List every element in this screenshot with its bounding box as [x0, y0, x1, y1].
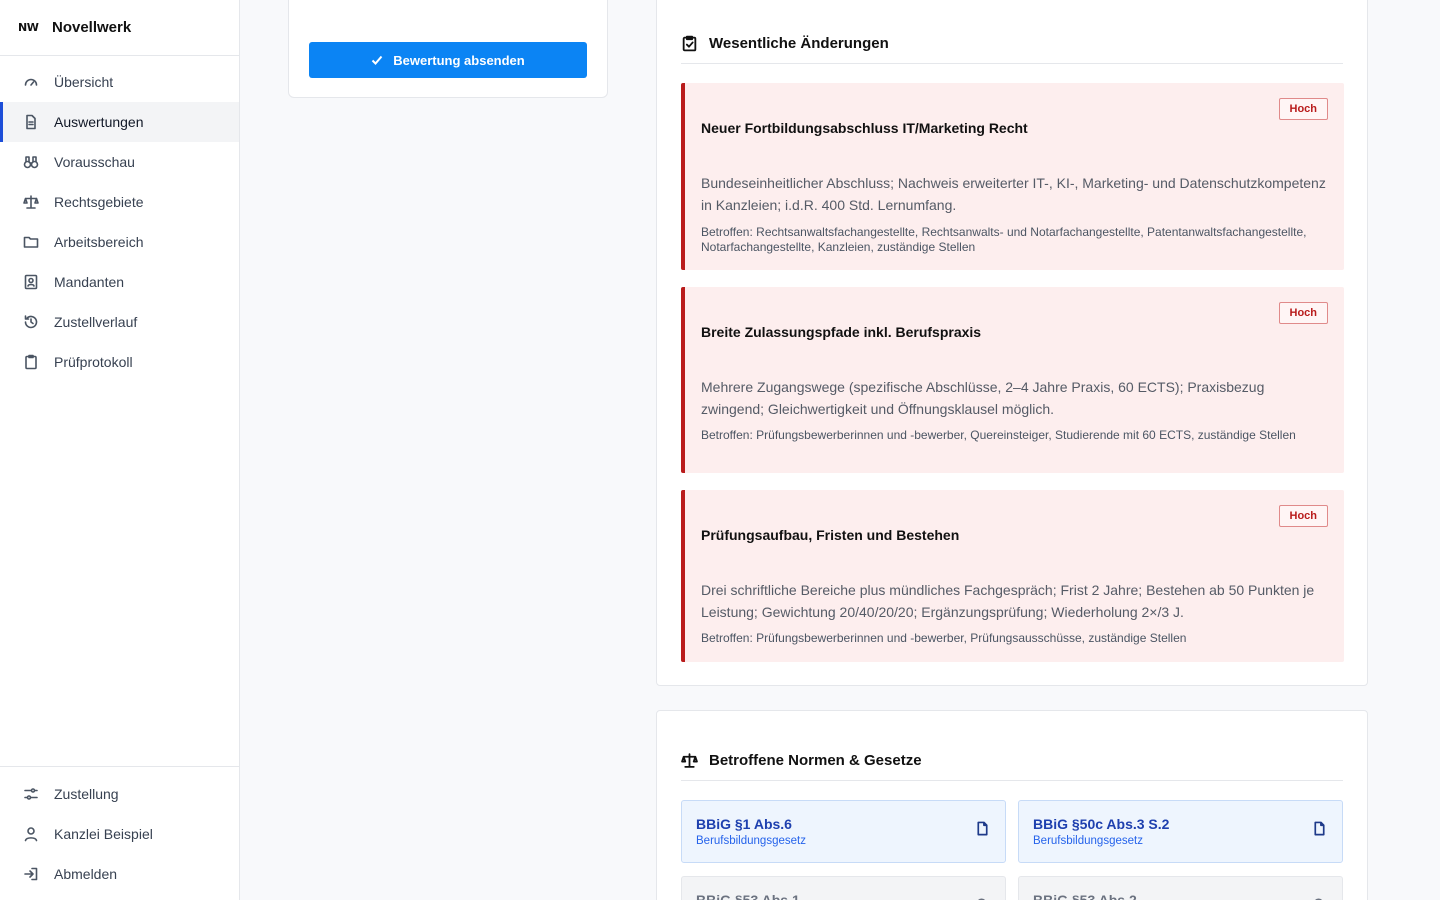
sidebar-item-mandanten[interactable]: Mandanten: [0, 262, 239, 302]
change-affected: Betroffen: Prüfungsbewerberinnen und -be…: [701, 631, 1187, 645]
sidebar: NW Novellwerk Übersicht Auswertungen Vor…: [0, 0, 240, 900]
sidebar-item-zustellverlauf[interactable]: Zustellverlauf: [0, 302, 239, 342]
norm-title: BBiG §53 Abs.1: [696, 892, 800, 900]
norms-card: Betroffene Normen & Gesetze BBiG §1 Abs.…: [656, 710, 1368, 900]
norm-item[interactable]: BBiG §1 Abs.6 Berufsbildungsgesetz: [681, 800, 1006, 863]
brand[interactable]: NW Novellwerk: [0, 0, 239, 56]
sidebar-item-label: Zustellung: [54, 786, 119, 802]
sidebar-item-label: Rechtsgebiete: [54, 194, 144, 210]
gauge-icon: [22, 73, 40, 91]
sidebar-item-pruefprotokoll[interactable]: Prüfprotokoll: [0, 342, 239, 382]
sidebar-item-label: Vorausschau: [54, 154, 135, 170]
sidebar-item-label: Mandanten: [54, 274, 125, 290]
brand-name: Novellwerk: [52, 19, 132, 36]
sidebar-item-abmelden[interactable]: Abmelden: [0, 854, 239, 894]
contact-icon: [22, 273, 40, 291]
binoculars-icon: [22, 153, 40, 171]
change-title: Neuer Fortbildungsabschluss IT/Marketing…: [701, 120, 1028, 136]
norm-item[interactable]: BBiG §53 Abs.1: [681, 876, 1006, 900]
sidebar-item-label: Übersicht: [54, 74, 114, 90]
changes-card: Wesentliche Änderungen Hoch Neuer Fortbi…: [656, 0, 1368, 686]
sidebar-item-uebersicht[interactable]: Übersicht: [0, 62, 239, 102]
norm-item[interactable]: BBiG §50c Abs.3 S.2 Berufsbildungsgesetz: [1018, 800, 1343, 863]
changes-title: Wesentliche Änderungen: [709, 34, 889, 52]
submit-rating-button[interactable]: Bewertung absenden: [309, 42, 587, 78]
sidebar-nav: Übersicht Auswertungen Vorausschau Recht…: [0, 56, 239, 382]
logout-icon: [22, 865, 40, 883]
sidebar-item-label: Zustellverlauf: [54, 314, 138, 330]
scale-icon: [22, 193, 40, 211]
change-title: Prüfungsaufbau, Fristen und Bestehen: [701, 527, 960, 543]
change-item: Hoch Prüfungsaufbau, Fristen und Bestehe…: [681, 490, 1344, 662]
scale-icon: [681, 751, 699, 769]
change-item: Hoch Neuer Fortbildungsabschluss IT/Mark…: [681, 83, 1344, 270]
clipboard-check-icon: [681, 34, 699, 52]
document-icon: [22, 113, 40, 131]
priority-badge: Hoch: [1278, 302, 1328, 324]
folder-icon: [22, 233, 40, 251]
submit-rating-label: Bewertung absenden: [393, 52, 525, 68]
clipboard-icon: [22, 353, 40, 371]
change-description: Mehrere Zugangswege (spezifische Abschlü…: [701, 379, 1265, 417]
priority-badge: Hoch: [1278, 98, 1328, 120]
sliders-icon: [22, 785, 40, 803]
norm-title: BBiG §1 Abs.6: [696, 816, 792, 832]
change-affected: Betroffen: Rechtsanwaltsfachangestellte,…: [701, 225, 1307, 254]
sidebar-item-label: Prüfprotokoll: [54, 354, 133, 370]
change-affected: Betroffen: Prüfungsbewerberinnen und -be…: [701, 428, 1296, 442]
brand-logo: NW: [18, 21, 39, 34]
norm-item[interactable]: BBiG §53 Abs.2: [1018, 876, 1343, 900]
norms-title: Betroffene Normen & Gesetze: [709, 751, 922, 769]
norm-subtitle: Berufsbildungsgesetz: [696, 835, 806, 847]
sidebar-item-label: Auswertungen: [54, 114, 144, 130]
sidebar-item-label: Abmelden: [54, 866, 118, 882]
document-icon: [975, 821, 991, 837]
norms-header: Betroffene Normen & Gesetze: [681, 751, 1343, 781]
norm-title: BBiG §50c Abs.3 S.2: [1033, 816, 1170, 832]
sidebar-item-vorausschau[interactable]: Vorausschau: [0, 142, 239, 182]
priority-badge: Hoch: [1278, 505, 1328, 527]
changes-header: Wesentliche Änderungen: [681, 34, 1343, 64]
rating-card: Bewertung absenden: [288, 0, 608, 98]
sidebar-item-label: Arbeitsbereich: [54, 234, 144, 250]
sidebar-item-kanzlei[interactable]: Kanzlei Beispiel: [0, 814, 239, 854]
sidebar-item-arbeitsbereich[interactable]: Arbeitsbereich: [0, 222, 239, 262]
norm-title: BBiG §53 Abs.2: [1033, 892, 1137, 900]
sidebar-item-label: Kanzlei Beispiel: [54, 826, 153, 842]
norm-subtitle: Berufsbildungsgesetz: [1033, 835, 1143, 847]
change-item: Hoch Breite Zulassungspfade inkl. Berufs…: [681, 287, 1344, 473]
change-description: Drei schriftliche Bereiche plus mündlich…: [701, 582, 1315, 620]
history-icon: [22, 313, 40, 331]
change-title: Breite Zulassungspfade inkl. Berufspraxi…: [701, 324, 982, 340]
change-description: Bundeseinheitlicher Abschluss; Nachweis …: [701, 175, 1326, 213]
sidebar-item-rechtsgebiete[interactable]: Rechtsgebiete: [0, 182, 239, 222]
sidebar-bottom: Zustellung Kanzlei Beispiel Abmelden: [0, 766, 239, 894]
document-icon: [1312, 821, 1328, 837]
check-icon: [372, 55, 383, 65]
sidebar-item-auswertungen[interactable]: Auswertungen: [0, 102, 239, 142]
user-icon: [22, 825, 40, 843]
sidebar-item-zustellung[interactable]: Zustellung: [0, 774, 239, 814]
